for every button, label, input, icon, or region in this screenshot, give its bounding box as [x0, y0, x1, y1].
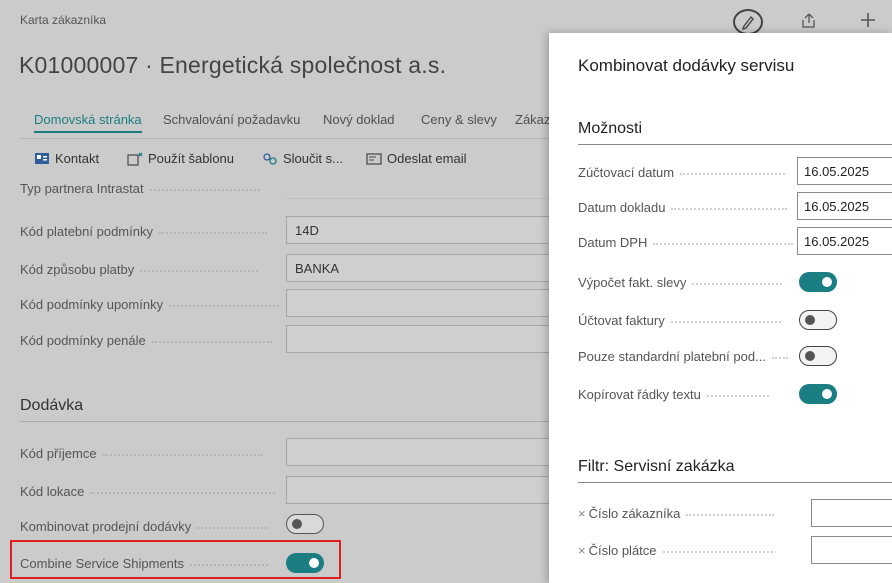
location-label: Kód lokace — [20, 484, 85, 499]
combine-service-shipments-dialog: Kombinovat dodávky servisu Možnosti Zúčt… — [549, 33, 892, 583]
payment-method-label: Kód způsobu platby — [20, 262, 135, 277]
options-heading: Možnosti — [578, 120, 643, 137]
merge-icon — [263, 152, 277, 165]
vat-date-input[interactable]: 16.05.2025 — [797, 227, 892, 255]
field-label-combine-sales: Kombinovat prodejní dodávky — [20, 519, 268, 534]
location-field[interactable] — [286, 476, 566, 504]
email-icon — [366, 152, 382, 165]
field-label-fin-charge: Kód podmínky penále — [20, 333, 272, 348]
edit-icon[interactable] — [733, 9, 763, 35]
post-invoices-row: Účtovat faktury — [578, 313, 781, 328]
calc-inv-discount-toggle[interactable] — [799, 272, 837, 292]
tab-approval[interactable]: Schvalování požadavku — [163, 112, 300, 127]
remove-filter-icon[interactable]: × — [578, 506, 586, 521]
filter-bill-to-input[interactable] — [811, 536, 892, 564]
only-std-payment-terms-row: Pouze standardní platební pod... — [578, 349, 788, 364]
contact-action-label: Kontakt — [55, 151, 100, 166]
reminder-terms-field[interactable] — [286, 289, 566, 317]
post-invoices-label: Účtovat faktury — [578, 313, 665, 328]
document-date-row: Datum dokladu — [578, 200, 788, 215]
share-icon[interactable] — [800, 12, 818, 35]
field-label-location: Kód lokace — [20, 484, 276, 499]
post-invoices-toggle[interactable] — [799, 310, 837, 330]
posting-date-input[interactable]: 16.05.2025 — [797, 157, 892, 185]
options-divider — [578, 144, 892, 145]
send-email-label: Odeslat email — [387, 151, 467, 166]
filter-bill-to-row: × Číslo plátce — [578, 543, 773, 558]
breadcrumb: Karta zákazníka — [20, 13, 107, 27]
tabs-divider — [20, 138, 566, 139]
field-label-reminder-terms: Kód podmínky upomínky — [20, 297, 280, 312]
combine-sales-toggle[interactable] — [286, 514, 324, 534]
filter-customer-row: × Číslo zákazníka — [578, 506, 775, 521]
payment-method-field[interactable]: BANKA — [286, 254, 566, 282]
delivery-heading: Dodávka — [20, 397, 84, 414]
posting-date-label: Zúčtovací datum — [578, 165, 675, 180]
add-icon[interactable] — [858, 10, 878, 35]
delivery-divider — [20, 421, 566, 422]
template-icon — [127, 152, 143, 166]
recipient-label: Kód příjemce — [20, 446, 97, 461]
tab-home-label: Domovská stránka — [34, 112, 142, 127]
payment-terms-field[interactable]: 14D — [286, 216, 566, 244]
merge-label: Sloučit s... — [283, 151, 343, 166]
only-std-payment-terms-toggle[interactable] — [799, 346, 837, 366]
copy-text-lines-toggle[interactable] — [799, 384, 837, 404]
contact-action[interactable]: Kontakt — [34, 151, 99, 166]
payment-terms-label: Kód platební podmínky — [20, 224, 153, 239]
vat-date-label: Datum DPH — [578, 235, 648, 250]
field-label-recipient: Kód příjemce — [20, 446, 263, 461]
send-email-action[interactable]: Odeslat email — [366, 151, 466, 166]
copy-text-lines-label: Kopírovat řádky textu — [578, 387, 701, 402]
merge-action[interactable]: Sloučit s... — [262, 151, 343, 166]
calc-inv-discount-row: Výpočet fakt. slevy — [578, 275, 783, 290]
tab-customer[interactable]: Zákaz — [515, 112, 550, 127]
tab-prices-discounts[interactable]: Ceny & slevy — [421, 112, 497, 127]
fin-charge-field[interactable] — [286, 325, 566, 353]
filter-heading: Filtr: Servisní zakázka — [578, 458, 735, 475]
fin-charge-label: Kód podmínky penále — [20, 333, 146, 348]
use-template-action[interactable]: Použít šablonu — [127, 151, 234, 166]
filter-bill-to-label: Číslo plátce — [588, 543, 657, 558]
filter-customer-input[interactable] — [811, 499, 892, 527]
intrastat-label: Typ partnera Intrastat — [20, 181, 144, 196]
field-label-intrastat: Typ partnera Intrastat — [20, 181, 260, 196]
recipient-field[interactable] — [286, 438, 566, 466]
field-label-payment-terms: Kód platební podmínky — [20, 224, 267, 239]
posting-date-row: Zúčtovací datum — [578, 165, 786, 180]
filter-divider — [578, 482, 892, 483]
only-std-payment-terms-label: Pouze standardní platební pod... — [578, 349, 766, 364]
tab-home[interactable]: Domovská stránka — [34, 112, 142, 133]
vat-date-row: Datum DPH — [578, 235, 794, 250]
page-title: K01000007 · Energetická společnost a.s. — [19, 52, 447, 78]
filter-customer-label: Číslo zákazníka — [588, 506, 681, 521]
intrastat-field[interactable] — [286, 198, 566, 199]
copy-text-lines-row: Kopírovat řádky textu — [578, 387, 769, 402]
contact-card-icon — [35, 153, 49, 164]
remove-filter-icon[interactable]: × — [578, 543, 586, 558]
tab-new-document[interactable]: Nový doklad — [323, 112, 395, 127]
highlight-box — [10, 540, 341, 579]
calc-inv-discount-label: Výpočet fakt. slevy — [578, 275, 687, 290]
document-date-input[interactable]: 16.05.2025 — [797, 192, 892, 220]
dialog-title: Kombinovat dodávky servisu — [578, 56, 795, 75]
field-label-payment-method: Kód způsobu platby — [20, 262, 259, 277]
reminder-terms-label: Kód podmínky upomínky — [20, 297, 164, 312]
combine-sales-label: Kombinovat prodejní dodávky — [20, 519, 192, 534]
document-date-label: Datum dokladu — [578, 200, 666, 215]
use-template-label: Použít šablonu — [148, 151, 235, 166]
